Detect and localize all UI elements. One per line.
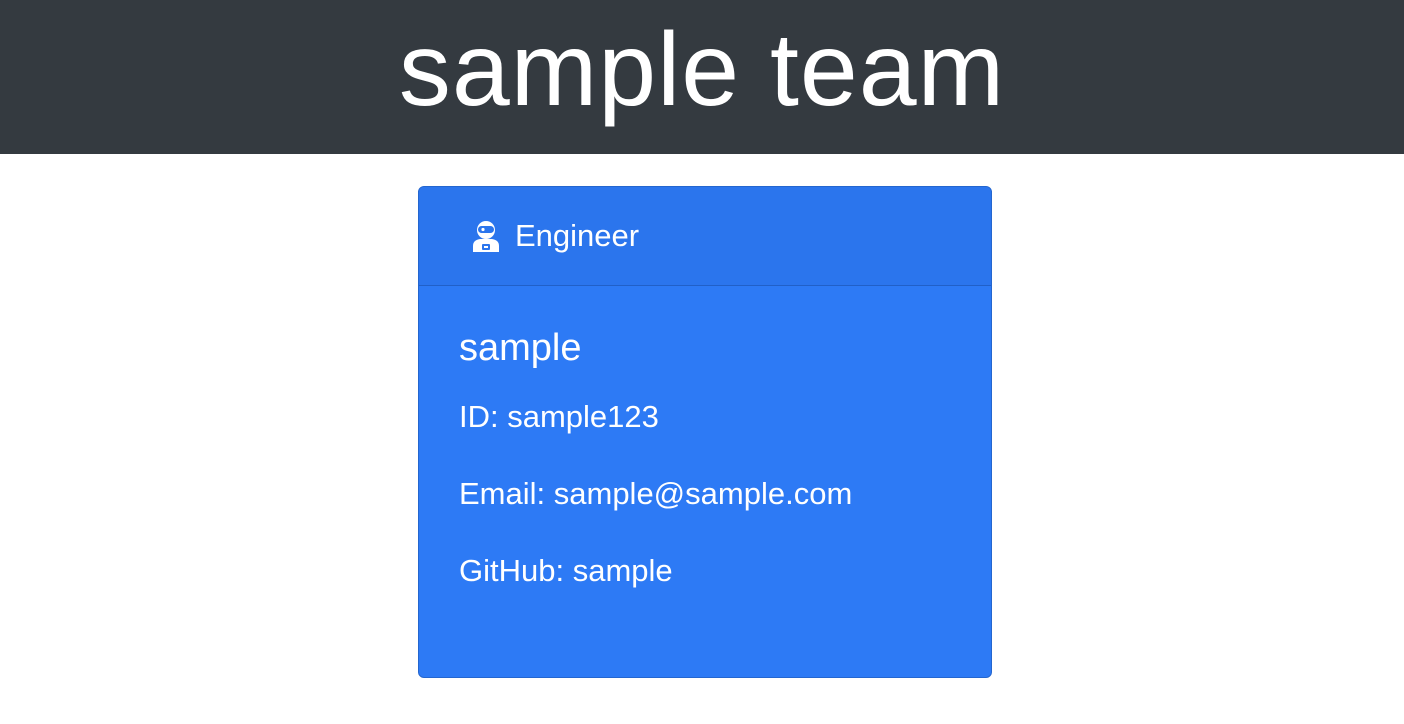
card-header: Engineer — [419, 187, 991, 286]
member-name: sample — [459, 327, 582, 369]
page-header: sample team — [0, 0, 1404, 154]
email-label: Email: — [459, 475, 554, 511]
card-body: sample ID: sample123 Email: sample@sampl… — [419, 286, 991, 589]
member-github-line: GitHub: sample — [459, 552, 991, 589]
member-email-line: Email: sample@sample.com — [459, 475, 991, 512]
member-id: ID: sample123 — [459, 398, 659, 434]
github-link[interactable]: sample — [573, 553, 673, 588]
email-link[interactable]: sample@sample.com — [554, 476, 853, 511]
role-label: Engineer — [515, 218, 640, 253]
employee-card: Engineer sample ID: sample123 Email: sam… — [418, 186, 992, 678]
github-label: GitHub: — [459, 553, 573, 589]
team-title: sample team — [398, 12, 1006, 128]
engineer-icon — [471, 219, 501, 253]
